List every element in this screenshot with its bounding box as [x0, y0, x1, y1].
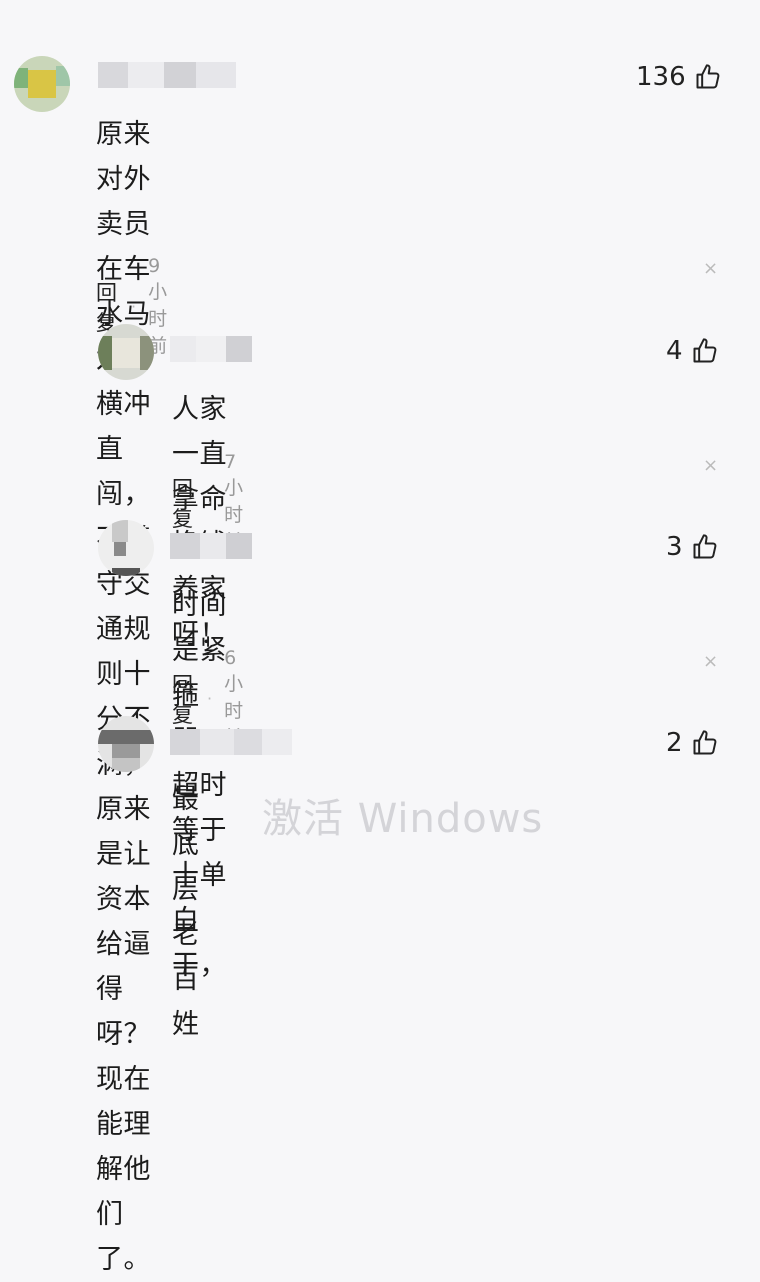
comment-text: 最底层老百姓 — [172, 777, 200, 1047]
thumbs-up-icon[interactable] — [691, 729, 719, 757]
username-blurred[interactable] — [170, 533, 252, 559]
separator-dot: · — [207, 493, 213, 512]
avatar[interactable] — [14, 56, 70, 112]
separator-dot: · — [131, 297, 137, 316]
close-icon[interactable]: × — [703, 455, 718, 476]
avatar[interactable] — [98, 716, 154, 772]
like-count-value: 3 — [666, 532, 683, 562]
like-count-value: 4 — [666, 336, 683, 366]
comment-text-line: 最底层老百姓 — [172, 784, 200, 1040]
username-blurred[interactable] — [98, 62, 236, 88]
close-icon[interactable]: × — [703, 651, 718, 672]
avatar[interactable] — [98, 324, 154, 380]
like-count-value: 136 — [636, 62, 686, 92]
thumbs-up-icon[interactable] — [691, 533, 719, 561]
username-blurred[interactable] — [170, 729, 292, 755]
separator-dot: · — [207, 689, 213, 708]
reply-button[interactable]: 回复 — [172, 473, 193, 533]
like-count-value: 2 — [666, 728, 683, 758]
comment-text-line: 们了。 — [96, 1199, 151, 1275]
avatar[interactable] — [98, 520, 154, 576]
thumbs-up-icon[interactable] — [691, 337, 719, 365]
like-count[interactable]: 136 — [636, 62, 722, 92]
like-count[interactable]: 2 — [666, 728, 719, 758]
close-icon[interactable]: × — [703, 258, 718, 279]
like-count[interactable]: 3 — [666, 532, 719, 562]
username-blurred[interactable] — [170, 336, 252, 362]
thumbs-up-icon[interactable] — [694, 63, 722, 91]
activate-windows-watermark: 激活 Windows — [262, 796, 544, 842]
reply-button[interactable]: 回复 — [172, 669, 193, 729]
like-count[interactable]: 4 — [666, 336, 719, 366]
